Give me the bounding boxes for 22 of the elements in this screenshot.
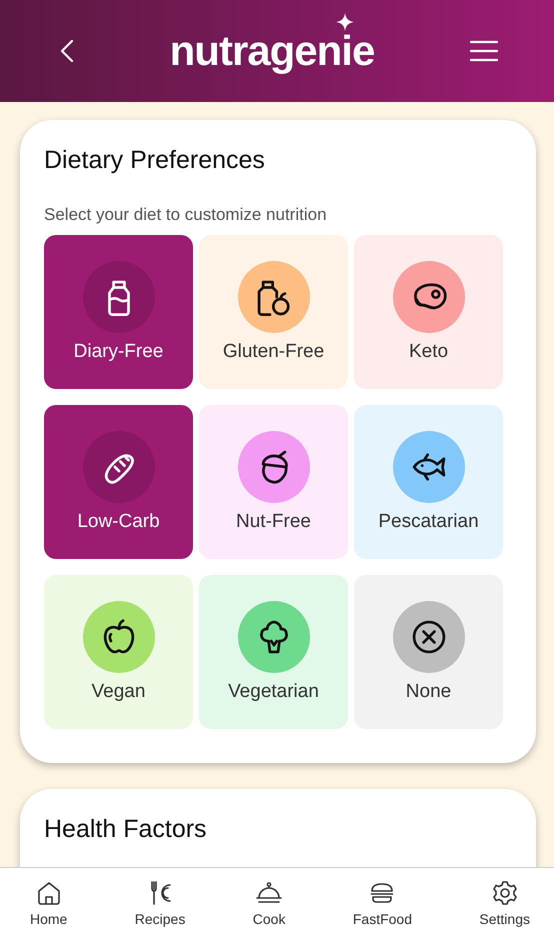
nav-tab[interactable]: Cook	[246, 868, 292, 938]
diet-option[interactable]: Diary-Free	[44, 235, 193, 389]
nav-tab[interactable]: Recipes	[128, 868, 192, 938]
diet-option[interactable]: Vegan	[44, 575, 193, 729]
diet-option[interactable]: Gluten-Free	[199, 235, 348, 389]
nav-tab[interactable]: Home	[24, 868, 74, 938]
diet-option[interactable]: Vegetarian	[199, 575, 348, 729]
diet-option[interactable]: Pescatarian	[354, 405, 503, 559]
section-title: Health Factors	[44, 815, 208, 844]
diet-option[interactable]: Keto	[354, 235, 503, 389]
diet-option[interactable]: Nut-Free	[199, 405, 348, 559]
close-icon	[410, 618, 448, 656]
settings-icon	[490, 879, 519, 907]
section-title: Dietary Preferences	[44, 146, 266, 175]
nav-tab[interactable]: FastFood	[346, 868, 418, 938]
bottle-apple-icon	[254, 278, 292, 316]
diet-option[interactable]: None	[354, 575, 503, 729]
app-logo: nutragenie	[170, 27, 374, 75]
sparkle-icon	[336, 13, 354, 31]
nav-tab[interactable]: Settings	[473, 868, 536, 938]
diet-option[interactable]: Low-Carb	[44, 405, 193, 559]
section-subtitle: Select your diet to customize nutrition	[44, 205, 328, 225]
